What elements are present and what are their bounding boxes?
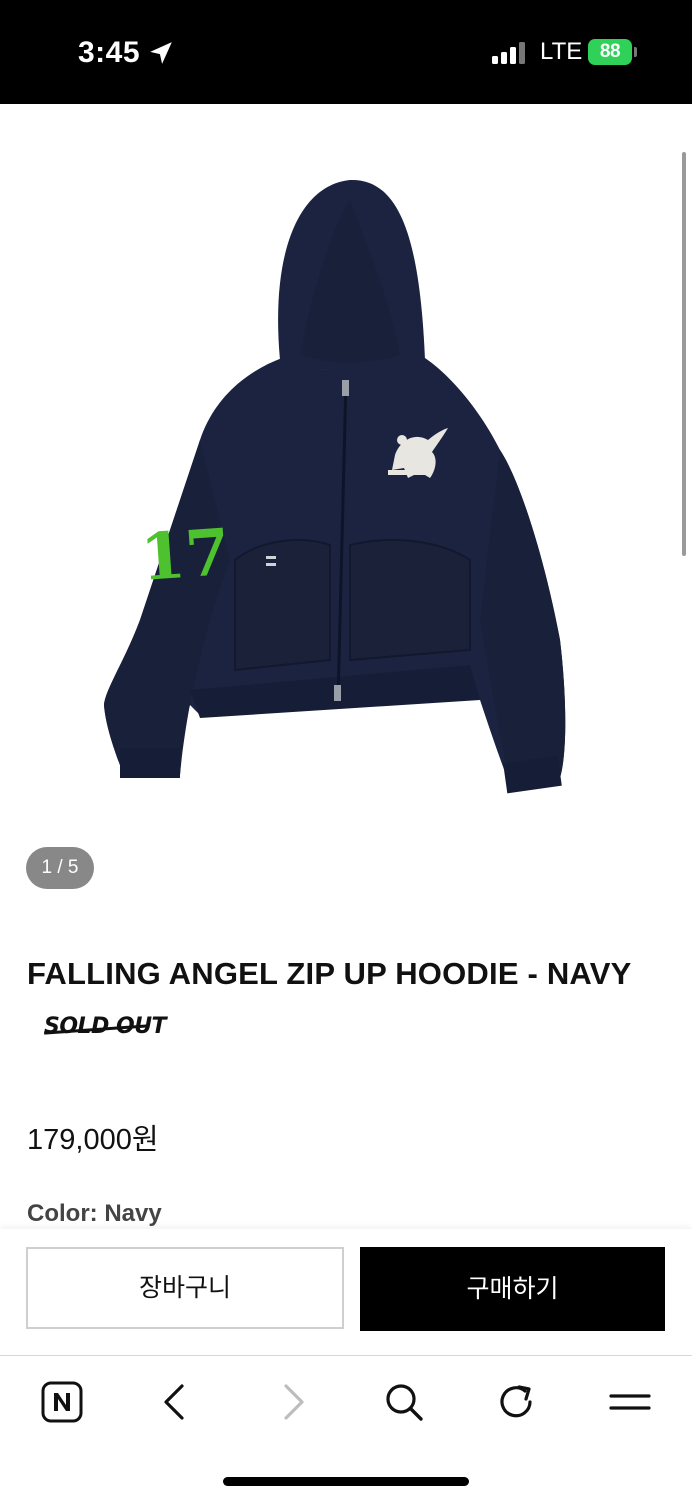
forward-icon[interactable] bbox=[270, 1380, 314, 1424]
battery-nub bbox=[634, 47, 637, 57]
location-arrow-icon bbox=[150, 42, 172, 64]
purchase-action-bar: 장바구니 구매하기 bbox=[0, 1229, 692, 1355]
product-price: 179,000원 bbox=[27, 1124, 159, 1156]
sleeve-number-patch: 17 bbox=[138, 515, 232, 596]
hoodie-image: 17 bbox=[104, 179, 566, 794]
search-icon[interactable] bbox=[382, 1380, 426, 1424]
color-option-label: Color: Navy bbox=[27, 1200, 162, 1227]
image-counter: 1 / 5 bbox=[26, 847, 94, 889]
product-image-carousel[interactable]: 17 bbox=[0, 104, 692, 914]
battery-level: 88 bbox=[599, 41, 621, 62]
network-type: LTE bbox=[540, 38, 583, 65]
status-bar: 3:45 LTE 88 bbox=[0, 0, 692, 104]
menu-icon[interactable] bbox=[608, 1380, 652, 1424]
add-to-cart-button[interactable]: 장바구니 bbox=[26, 1247, 344, 1329]
back-icon[interactable] bbox=[154, 1380, 198, 1424]
battery-icon: 88 bbox=[588, 39, 632, 65]
naver-home-icon[interactable] bbox=[40, 1380, 84, 1424]
buy-now-button[interactable]: 구매하기 bbox=[360, 1247, 665, 1331]
home-indicator bbox=[223, 1477, 469, 1486]
reload-icon[interactable] bbox=[495, 1380, 539, 1424]
status-time: 3:45 bbox=[78, 36, 141, 69]
product-title: FALLING ANGEL ZIP UP HOODIE - NAVY bbox=[27, 956, 632, 991]
signal-icon bbox=[492, 42, 525, 64]
scroll-indicator[interactable] bbox=[682, 152, 686, 556]
